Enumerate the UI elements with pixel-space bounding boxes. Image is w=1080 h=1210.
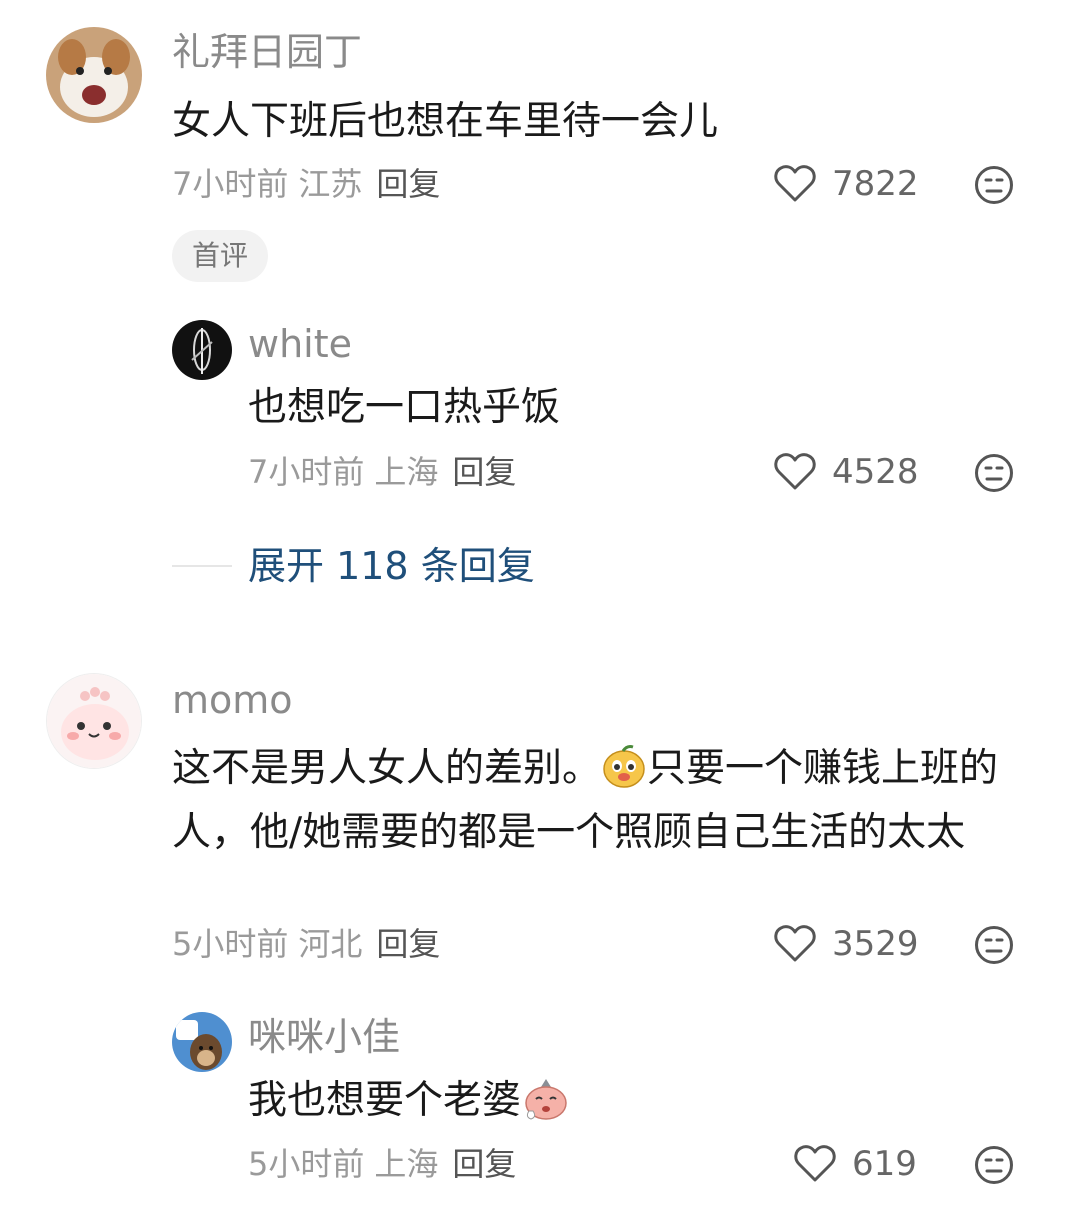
- neutral-face-icon[interactable]: [974, 165, 1014, 209]
- location: 河北: [298, 925, 363, 963]
- like-count: 7822: [832, 164, 919, 204]
- reply-text: 也想吃一口热乎饭: [248, 385, 561, 430]
- heart-outline-icon: [774, 453, 816, 490]
- avatar[interactable]: [172, 320, 232, 380]
- like-button[interactable]: 7822: [774, 164, 919, 204]
- reply-button[interactable]: 回复: [452, 1145, 516, 1183]
- username[interactable]: momo: [172, 678, 293, 722]
- avatar[interactable]: [46, 673, 142, 769]
- crying-onion-emoji-icon: [521, 1075, 571, 1137]
- username[interactable]: 礼拜日园丁: [172, 30, 362, 74]
- first-comment-badge: 首评: [172, 230, 269, 282]
- comment-meta: 7小时前 江苏 回复: [172, 164, 440, 204]
- reply-text: 我也想要个老婆: [248, 1073, 1028, 1137]
- timestamp: 5小时前: [172, 925, 289, 963]
- divider: [172, 565, 232, 567]
- timestamp: 7小时前: [172, 165, 289, 203]
- reply-meta: 7小时前 上海 回复: [248, 452, 516, 492]
- neutral-face-icon[interactable]: [974, 925, 1014, 969]
- expand-replies-button[interactable]: 展开 118 条回复: [248, 544, 535, 588]
- reply-button[interactable]: 回复: [376, 925, 440, 963]
- neutral-face-icon[interactable]: [974, 453, 1014, 497]
- like-count: 4528: [832, 452, 919, 492]
- avatar[interactable]: [172, 1012, 232, 1072]
- timestamp: 5小时前: [248, 1145, 365, 1183]
- comment-text-part: 这不是男人女人的差别。: [172, 746, 602, 791]
- heart-outline-icon: [774, 165, 816, 202]
- neutral-face-icon[interactable]: [974, 1145, 1014, 1189]
- location: 上海: [374, 1145, 439, 1183]
- like-button[interactable]: 3529: [774, 924, 919, 964]
- reply-button[interactable]: 回复: [376, 165, 440, 203]
- reply-button[interactable]: 回复: [452, 453, 516, 491]
- location: 江苏: [298, 165, 363, 203]
- avatar[interactable]: [46, 27, 142, 123]
- heart-outline-icon: [794, 1145, 836, 1182]
- comment-text: 女人下班后也想在车里待一会儿: [172, 99, 719, 144]
- username[interactable]: 咪咪小佳: [248, 1015, 400, 1059]
- comment-text: 这不是男人女人的差别。 只要一个赚钱上班的人，他/她需要的都是一个照顾自己生活的太…: [172, 741, 1032, 861]
- like-count: 3529: [832, 924, 919, 964]
- comment-meta: 5小时前 河北 回复: [172, 924, 440, 964]
- reply-meta: 5小时前 上海 回复: [248, 1144, 516, 1184]
- reply-text-part: 我也想要个老婆: [248, 1078, 522, 1123]
- like-count: 619: [852, 1144, 917, 1184]
- username[interactable]: white: [248, 322, 352, 366]
- heart-outline-icon: [774, 925, 816, 962]
- timestamp: 7小时前: [248, 453, 365, 491]
- location: 上海: [374, 453, 439, 491]
- smiling-fruit-emoji-icon: [601, 743, 647, 805]
- like-button[interactable]: 4528: [774, 452, 919, 492]
- like-button[interactable]: 619: [794, 1144, 917, 1184]
